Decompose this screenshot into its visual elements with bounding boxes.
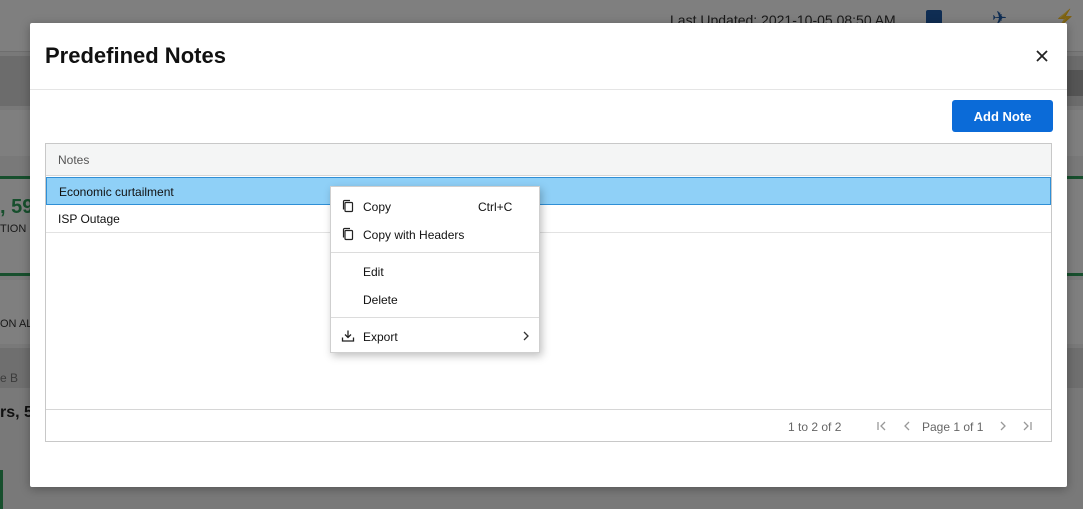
menu-item-label: Delete [363, 293, 398, 307]
dialog-header: Predefined Notes [30, 23, 1067, 90]
dialog-title: Predefined Notes [45, 43, 226, 68]
note-cell: ISP Outage [58, 212, 120, 226]
chevron-right-icon [1000, 421, 1006, 431]
grid-header: Notes [46, 144, 1051, 176]
copy-icon [342, 199, 354, 213]
column-header-notes[interactable]: Notes [58, 153, 89, 167]
chevron-left-icon [904, 421, 910, 431]
menu-item-copy-with-headers[interactable]: Copy with Headers [331, 220, 539, 248]
menu-item-delete[interactable]: Delete [331, 285, 539, 313]
last-page-button[interactable] [1020, 418, 1034, 434]
menu-item-copy[interactable]: Copy Ctrl+C [331, 192, 539, 220]
close-icon [1036, 50, 1048, 62]
pagination-bar: 1 to 2 of 2 Page 1 of 1 [46, 409, 1051, 441]
menu-item-shortcut: Ctrl+C [478, 200, 513, 214]
note-cell: Economic curtailment [59, 185, 174, 199]
menu-item-edit[interactable]: Edit [331, 257, 539, 285]
close-button[interactable] [1031, 45, 1053, 67]
chevron-right-icon [523, 331, 529, 341]
download-icon [341, 330, 355, 342]
add-note-button[interactable]: Add Note [952, 100, 1053, 132]
next-page-button[interactable] [996, 418, 1010, 434]
menu-separator [331, 252, 539, 253]
copy-icon [342, 227, 354, 241]
first-page-button[interactable] [875, 418, 889, 434]
menu-item-export[interactable]: Export [331, 322, 539, 350]
menu-item-label: Export [363, 330, 398, 344]
table-row[interactable]: Economic curtailment [46, 177, 1051, 205]
context-menu: Copy Ctrl+C Copy with Headers Edit Delet… [330, 186, 540, 353]
page-indicator: Page 1 of 1 [922, 420, 984, 434]
menu-item-label: Copy with Headers [363, 228, 465, 242]
menu-item-label: Edit [363, 265, 384, 279]
pagination-summary: 1 to 2 of 2 [788, 420, 842, 434]
table-row[interactable]: ISP Outage [46, 205, 1051, 233]
menu-item-label: Copy [363, 200, 392, 214]
predefined-notes-dialog: Predefined Notes Add Note Notes Economic… [30, 23, 1067, 487]
notes-grid: Notes Economic curtailment ISP Outage 1 … [45, 143, 1052, 442]
last-page-icon [1023, 421, 1032, 431]
previous-page-button[interactable] [900, 418, 914, 434]
menu-separator [331, 317, 539, 318]
first-page-icon [877, 421, 886, 431]
